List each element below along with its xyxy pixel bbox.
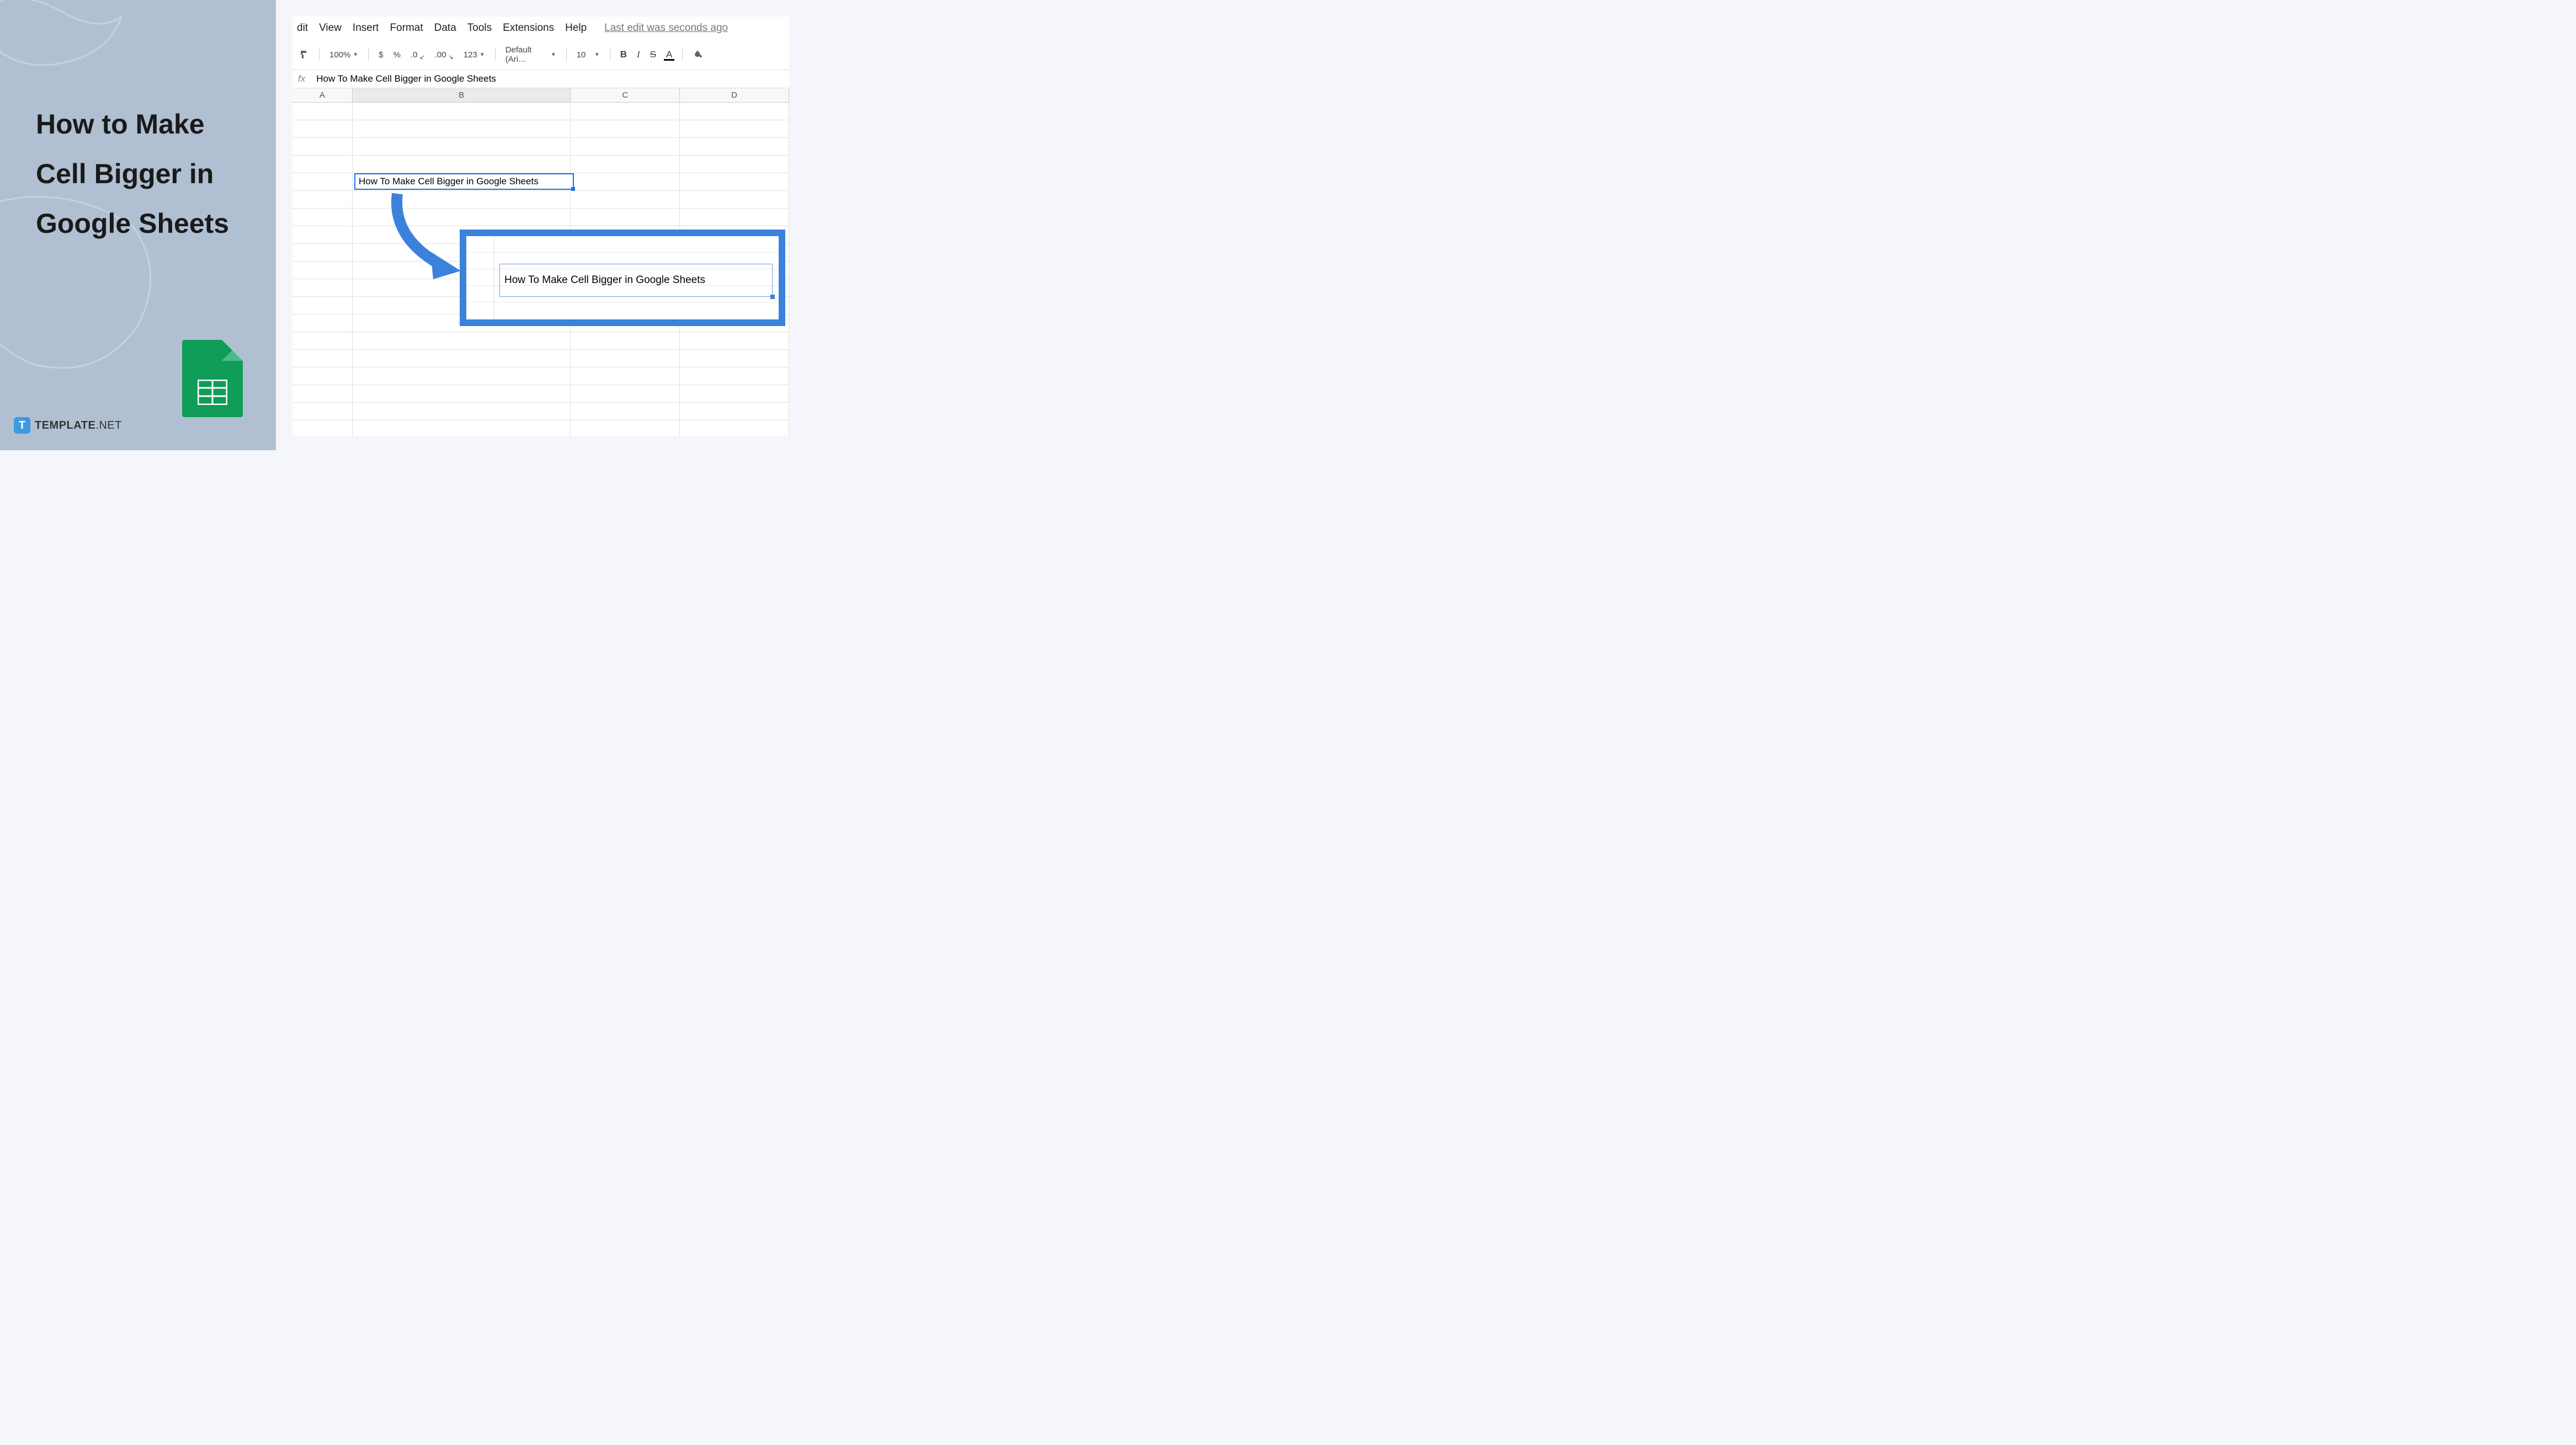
fx-label: fx <box>298 73 305 84</box>
last-edit-link[interactable]: Last edit was seconds ago <box>604 22 728 34</box>
toolbar-divider <box>319 49 320 61</box>
menu-format[interactable]: Format <box>390 22 423 34</box>
zoom-dropdown[interactable]: 100% ▼ <box>327 49 360 61</box>
menu-edit[interactable]: dit <box>297 22 308 34</box>
font-family-dropdown[interactable]: Default (Ari… ▼ <box>503 44 558 65</box>
column-header-c[interactable]: C <box>571 88 680 102</box>
chevron-down-icon: ▼ <box>353 52 358 58</box>
menu-help[interactable]: Help <box>565 22 587 34</box>
more-formats-dropdown[interactable]: 123 ▼ <box>461 49 487 61</box>
left-panel: How to Make Cell Bigger in Google Sheets… <box>0 0 276 450</box>
menu-view[interactable]: View <box>319 22 342 34</box>
cell-text: How To Make Cell Bigger in Google Sheets <box>359 176 539 187</box>
format-currency-button[interactable]: $ <box>376 49 385 61</box>
toolbar-divider <box>368 49 369 61</box>
fill-color-button[interactable] <box>690 49 705 61</box>
template-logo-name: TEMPLATE <box>35 419 95 431</box>
paint-format-button[interactable] <box>297 49 311 61</box>
toolbar-divider <box>682 49 683 61</box>
menu-extensions[interactable]: Extensions <box>503 22 554 34</box>
fill-color-icon <box>693 50 702 60</box>
template-net-logo: T TEMPLATE.NET <box>14 417 122 434</box>
menu-data[interactable]: Data <box>434 22 456 34</box>
template-logo-tld: .NET <box>95 419 122 431</box>
increase-decimal-button[interactable]: .00↘ <box>433 49 456 61</box>
callout-box: How To Make Cell Bigger in Google Sheets <box>460 230 785 326</box>
chevron-down-icon: ▼ <box>594 52 600 58</box>
column-header-d[interactable]: D <box>680 88 789 102</box>
menu-bar: dit View Insert Format Data Tools Extens… <box>292 17 789 40</box>
bold-button[interactable]: B <box>618 48 629 61</box>
toolbar: 100% ▼ $ % .0↙ .00↘ 123 ▼ Default (Ari… … <box>292 40 789 70</box>
column-header-a[interactable]: A <box>292 88 353 102</box>
sheets-screenshot: dit View Insert Format Data Tools Extens… <box>292 17 789 436</box>
decorative-squiggle-1 <box>0 0 132 94</box>
decrease-decimal-button[interactable]: .0↙ <box>408 49 427 61</box>
menu-insert[interactable]: Insert <box>353 22 379 34</box>
format-percent-button[interactable]: % <box>391 49 403 61</box>
cell-text: How To Make Cell Bigger in Google Sheets <box>504 274 705 286</box>
paint-format-icon <box>299 50 309 60</box>
template-logo-badge: T <box>14 417 30 434</box>
chevron-down-icon: ▼ <box>551 52 556 58</box>
selected-cell-after[interactable]: How To Make Cell Bigger in Google Sheets <box>499 264 773 297</box>
toolbar-divider <box>495 49 496 61</box>
font-size-dropdown[interactable]: 10 ▼ <box>574 49 602 61</box>
column-header-b[interactable]: B <box>353 88 571 102</box>
menu-tools[interactable]: Tools <box>467 22 492 34</box>
spreadsheet-grid[interactable]: How To Make Cell Bigger in Google Sheets… <box>292 103 789 436</box>
selected-cell-before[interactable]: How To Make Cell Bigger in Google Sheets <box>354 173 574 190</box>
column-headers: A B C D <box>292 88 789 103</box>
toolbar-divider <box>566 49 567 61</box>
formula-bar: fx How To Make Cell Bigger in Google She… <box>292 70 789 88</box>
strikethrough-button[interactable]: S <box>648 48 658 61</box>
text-color-button[interactable]: A <box>664 49 674 61</box>
formula-input[interactable]: How To Make Cell Bigger in Google Sheets <box>316 73 496 84</box>
italic-button[interactable]: I <box>635 48 642 61</box>
page-title: How to Make Cell Bigger in Google Sheets <box>36 99 229 248</box>
chevron-down-icon: ▼ <box>480 52 485 58</box>
google-sheets-icon <box>182 340 243 417</box>
